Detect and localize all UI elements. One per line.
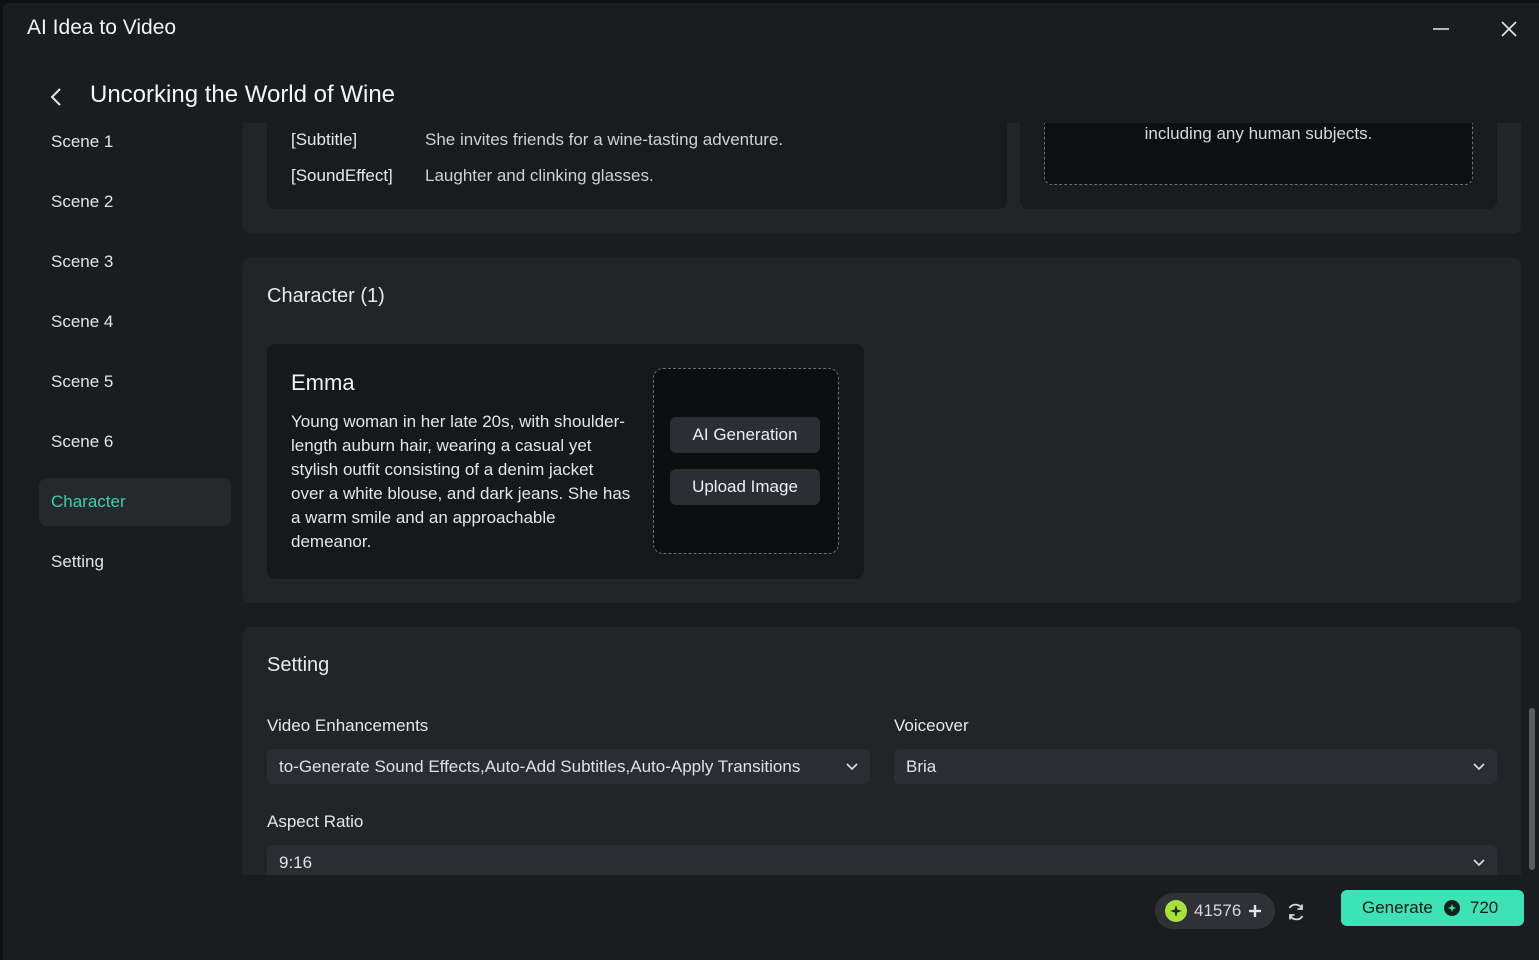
minimize-icon (1433, 28, 1449, 30)
app-title: AI Idea to Video (27, 16, 177, 39)
character-image-dropzone: AI Generation Upload Image (653, 368, 839, 554)
aspect-ratio-label: Aspect Ratio (267, 812, 364, 831)
sidebar: Scene 1 Scene 2 Scene 3 Scene 4 Scene 5 … (39, 118, 231, 598)
chevron-down-icon (846, 763, 858, 771)
character-panel: Character (1) Emma Young woman in her la… (243, 258, 1521, 603)
soundeffect-text: Laughter and clinking glasses. (425, 166, 654, 185)
subtitle-tag: [Subtitle] (291, 130, 358, 149)
character-description: Young woman in her late 20s, with should… (291, 412, 631, 551)
sidebar-item-scene-1[interactable]: Scene 1 (39, 118, 231, 166)
subtitle-row: [Subtitle] She invites friends for a wine… (291, 130, 783, 150)
generate-button[interactable]: Generate 720 (1341, 890, 1524, 926)
title-bar: AI Idea to Video (3, 3, 1539, 53)
ai-generation-button[interactable]: AI Generation (670, 417, 820, 453)
scrollbar-track[interactable] (1527, 128, 1537, 873)
video-enhancements-value: to-Generate Sound Effects,Auto-Add Subti… (279, 756, 801, 776)
sidebar-item-scene-5[interactable]: Scene 5 (39, 358, 231, 406)
credit-coin-icon (1443, 900, 1460, 916)
scene-script-card: [Subtitle] She invites friends for a wine… (267, 123, 1007, 209)
sidebar-item-scene-2[interactable]: Scene 2 (39, 178, 231, 226)
voiceover-select[interactable]: Bria (894, 749, 1497, 784)
upload-image-button[interactable]: Upload Image (670, 469, 820, 505)
sidebar-item-scene-6[interactable]: Scene 6 (39, 418, 231, 466)
page-title: Uncorking the World of Wine (90, 81, 396, 108)
voiceover-value: Bria (906, 756, 937, 776)
main-content: [Subtitle] She invites friends for a wine… (243, 123, 1521, 875)
minimize-button[interactable] (1425, 13, 1457, 45)
character-card: Emma Young woman in her late 20s, with s… (267, 344, 864, 579)
scene-image-card: including any human subjects. (1020, 123, 1497, 209)
aspect-ratio-select[interactable]: 9:16 (267, 845, 1497, 875)
scrollbar-thumb[interactable] (1529, 708, 1535, 870)
credits-count: 41576 (1194, 901, 1242, 920)
credits-badge[interactable]: 41576 (1155, 893, 1275, 929)
video-enhancements-select[interactable]: to-Generate Sound Effects,Auto-Add Subti… (267, 749, 870, 784)
chevron-down-icon (1473, 763, 1485, 771)
refresh-icon[interactable] (1285, 901, 1307, 923)
close-button[interactable] (1493, 13, 1525, 45)
scene-image-note: including any human subjects. (1144, 124, 1373, 143)
setting-section-title: Setting (267, 654, 330, 676)
subtitle-text: She invites friends for a wine-tasting a… (425, 130, 784, 149)
scene-panel: [Subtitle] She invites friends for a wine… (243, 123, 1521, 234)
back-button[interactable] (43, 81, 71, 113)
sidebar-item-setting[interactable]: Setting (39, 538, 231, 586)
footer: 41576 Generate 720 (3, 873, 1539, 960)
video-enhancements-label: Video Enhancements (267, 716, 429, 735)
sidebar-item-scene-4[interactable]: Scene 4 (39, 298, 231, 346)
soundeffect-tag: [SoundEffect] (291, 166, 393, 185)
aspect-ratio-value: 9:16 (279, 852, 313, 872)
plus-icon[interactable] (1247, 903, 1263, 919)
sidebar-item-scene-3[interactable]: Scene 3 (39, 238, 231, 286)
generate-label: Generate (1362, 898, 1433, 917)
close-icon (1501, 21, 1517, 37)
app-window: AI Idea to Video Uncorking the World of … (3, 3, 1539, 960)
character-name: Emma (291, 370, 355, 395)
page-header: Uncorking the World of Wine (3, 75, 1539, 119)
generate-cost: 720 (1469, 898, 1499, 917)
sidebar-item-character[interactable]: Character (39, 478, 231, 526)
soundeffect-row: [SoundEffect] Laughter and clinking glass… (291, 166, 654, 186)
chevron-down-icon (1473, 859, 1485, 867)
character-section-title: Character (1) (267, 285, 385, 307)
scene-image-dropzone[interactable]: including any human subjects. (1044, 123, 1473, 185)
chevron-left-icon (50, 88, 61, 106)
voiceover-label: Voiceover (894, 716, 969, 735)
credit-coin-icon (1165, 900, 1187, 922)
setting-panel: Setting Video Enhancements to-Generate S… (243, 627, 1521, 875)
